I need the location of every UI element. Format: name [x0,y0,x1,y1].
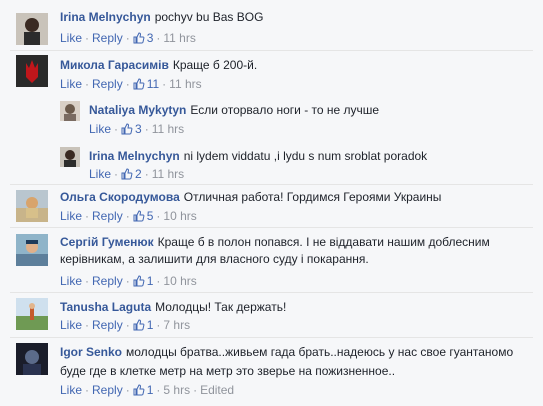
divider [10,337,533,338]
comment-author[interactable]: Tanusha Laguta [60,300,151,314]
timestamp[interactable]: 5 hrs [163,383,190,397]
comment-text: pochyv bu Bas BOG [154,10,264,24]
divider [10,184,533,185]
avatar[interactable] [16,13,48,45]
like-count[interactable]: 1 [133,383,153,397]
comment-author[interactable]: Микола Гарасимів [60,58,169,72]
thumbs-up-icon [133,32,145,44]
comment-author[interactable]: Nataliya Mykytyn [89,103,186,117]
avatar[interactable] [16,343,48,375]
reply-link[interactable]: Reply [92,318,123,332]
like-link[interactable]: Like [89,167,111,181]
timestamp[interactable]: 10 hrs [163,274,196,288]
comment-text: Краще б 200-й. [172,58,258,72]
comment-line: Irina Melnychyn ni lydem viddatu ,i lydu … [89,148,427,164]
timestamp[interactable]: 11 hrs [152,167,184,181]
thumbs-up-icon [133,78,145,90]
like-link[interactable]: Like [60,209,82,223]
comment-text: ni lydem viddatu ,i lydu s num sroblat p… [183,149,428,163]
comment-text: Молодцы! Так держать! [155,300,287,314]
avatar[interactable] [16,234,48,266]
like-count[interactable]: 3 [121,122,142,136]
avatar[interactable] [16,55,48,87]
comment-author[interactable]: Irina Melnychyn [89,149,180,163]
timestamp[interactable]: 11 hrs [152,122,184,136]
comment-line: Nataliya Mykytyn Если оторвало ноги - то … [89,102,379,118]
reply-link[interactable]: Reply [92,31,123,45]
edited-label[interactable]: Edited [200,383,234,397]
thumbs-up-icon [133,384,145,396]
comment-author[interactable]: Сергій Гуменюк [60,235,154,249]
timestamp[interactable]: 10 hrs [163,209,196,223]
thumbs-up-icon [121,123,133,135]
timestamp[interactable]: 11 hrs [169,77,201,91]
like-link[interactable]: Like [89,122,111,136]
like-link[interactable]: Like [60,77,82,91]
comment-actions: Like · Reply · 1 · 7 hrs [60,318,191,332]
comment-line: Сергій Гуменюк Краще б в полон попався. І… [60,234,530,268]
reply-link[interactable]: Reply [92,209,123,223]
comment-actions: Like · 2 · 11 hrs [89,167,185,181]
divider [10,227,533,228]
avatar[interactable] [60,147,80,167]
like-count[interactable]: 1 [133,318,153,332]
like-count[interactable]: 5 [133,209,153,223]
comment-actions: Like · Reply · 11 · 11 hrs [60,77,202,91]
comment-author[interactable]: Irina Melnychyn [60,10,151,24]
thumbs-up-icon [133,319,145,331]
reply-link[interactable]: Reply [92,77,123,91]
comment-line: Микола Гарасимів Краще б 200-й. [60,57,257,73]
like-count[interactable]: 3 [133,31,153,45]
like-link[interactable]: Like [60,274,82,288]
reply-link[interactable]: Reply [92,383,123,397]
comment-line: Tanusha Laguta Молодцы! Так держать! [60,299,286,315]
reply-link[interactable]: Reply [92,274,123,288]
like-link[interactable]: Like [60,31,82,45]
comment-text: молодцы братва..живьем гада брать..надею… [60,345,514,378]
timestamp[interactable]: 7 hrs [163,318,190,332]
divider [10,292,533,293]
thumbs-up-icon [133,210,145,222]
comment-line: Ольга Скородумова Отличная работа! Гордим… [60,189,441,205]
comment-actions: Like · Reply · 1 · 10 hrs [60,274,197,288]
comment-actions: Like · 3 · 11 hrs [89,122,185,136]
thumbs-up-icon [133,275,145,287]
like-count[interactable]: 1 [133,274,153,288]
comment-author[interactable]: Ольга Скородумова [60,190,180,204]
thumbs-up-icon [121,168,133,180]
avatar[interactable] [60,101,80,121]
comment-author[interactable]: Igor Senko [60,345,122,359]
timestamp[interactable]: 11 hrs [163,31,195,45]
like-count[interactable]: 2 [121,167,142,181]
comment-line: Irina Melnychyn pochyv bu Bas BOG [60,9,263,25]
like-count[interactable]: 11 [133,77,159,91]
divider [10,50,533,51]
like-link[interactable]: Like [60,383,82,397]
avatar[interactable] [16,190,48,222]
comment-actions: Like · Reply · 5 · 10 hrs [60,209,197,223]
avatar[interactable] [16,298,48,330]
like-link[interactable]: Like [60,318,82,332]
comment-actions: Like · Reply · 1 · 5 hrs · Edited [60,383,235,397]
comment-text: Если оторвало ноги - то не лучше [190,103,380,117]
comment-actions: Like · Reply · 3 · 11 hrs [60,31,196,45]
comment-text: Отличная работа! Гордимся Героями Украин… [183,190,442,204]
comment-line: Igor Senko молодцы братва..живьем гада бр… [60,343,530,381]
